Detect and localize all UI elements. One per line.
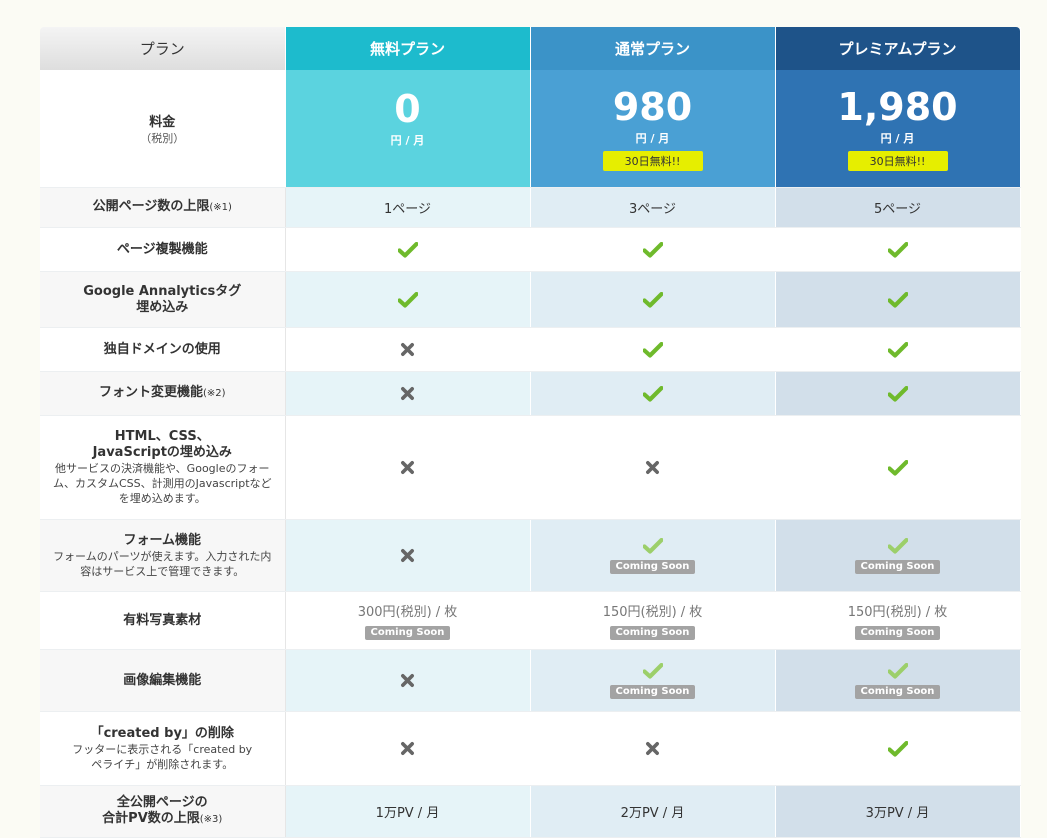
header-free-plan: 無料プラン [285, 27, 531, 70]
price-unit: 円 / 月 [880, 132, 915, 145]
feature-label-page-limit: 公開ページ数の上限(※1) [40, 187, 286, 228]
feature-label-image-edit: 画像編集機能 [40, 649, 286, 712]
photo-price-premium: 150円(税別) / 枚 [847, 605, 948, 620]
coming-soon-badge: Coming Soon [854, 559, 941, 574]
cross-icon [400, 673, 415, 688]
feature-label-line: JavaScriptの埋め込み [92, 445, 232, 460]
coming-soon-badge: Coming Soon [364, 626, 451, 640]
feature-label-line: 全公開ページの [116, 795, 208, 810]
check-icon [888, 663, 908, 679]
price-unit: 円 / 月 [390, 133, 425, 147]
check-icon [643, 663, 663, 679]
trial-badge: 30日無料!! [602, 151, 703, 171]
check-icon [398, 242, 418, 258]
price-premium-cell: 1,980 円 / 月 30日無料!! [775, 70, 1021, 188]
page-limit-standard: 3ページ [530, 187, 776, 228]
cross-icon [400, 386, 415, 401]
page-limit-free: 1ページ [285, 187, 531, 228]
feature-label-line: Google Annalyticsタグ [83, 283, 242, 299]
cross-icon [400, 741, 415, 756]
check-icon [888, 741, 908, 757]
feature-row-created-by: 「created by」の削除 フッターに表示される「created by ペラ… [40, 711, 1021, 786]
coming-soon-badge: Coming Soon [609, 626, 696, 640]
feature-row-page-limit: 公開ページ数の上限(※1) 1ページ 3ページ 5ページ [40, 187, 1021, 228]
coming-soon-badge: Coming Soon [609, 559, 696, 574]
check-icon [398, 292, 418, 308]
price-label: 料金 [149, 115, 176, 130]
footnote-mark: (※1) [209, 202, 232, 213]
price-standard: 980 [612, 85, 693, 129]
feature-label-text: フォーム機能 [123, 532, 202, 548]
header-plan-label: プラン [40, 27, 286, 70]
page-limit-premium: 5ページ [775, 187, 1021, 228]
feature-label-created-by: 「created by」の削除 フッターに表示される「created by ペラ… [40, 711, 286, 786]
feature-row-copy-page: ページ複製機能 [40, 227, 1021, 272]
feature-label-font-change: フォント変更機能(※2) [40, 371, 286, 416]
cross-icon [400, 460, 415, 475]
feature-label-text: 公開ページ数の上限 [92, 199, 210, 214]
price-unit: 円 / 月 [635, 132, 670, 145]
cross-icon [400, 342, 415, 357]
feature-row-embed-code: HTML、CSS、 JavaScriptの埋め込み 他サービスの決済機能や、Go… [40, 415, 1021, 520]
photo-price-standard: 150円(税別) / 枚 [602, 605, 703, 620]
feature-row-photo: 有料写真素材 300円(税別) / 枚 Coming Soon 150円(税別)… [40, 591, 1021, 650]
coming-soon-badge: Coming Soon [854, 626, 941, 640]
header-row: プラン 無料プラン 通常プラン プレミアムプラン [40, 27, 1021, 70]
photo-price-free: 300円(税別) / 枚 [357, 605, 458, 620]
check-icon [888, 538, 908, 554]
feature-label-text: フォント変更機能 [98, 385, 203, 400]
check-icon [643, 292, 663, 308]
header-standard-plan: 通常プラン [530, 27, 776, 70]
cross-icon [645, 460, 660, 475]
check-icon [888, 460, 908, 476]
check-icon [643, 242, 663, 258]
feature-label-photo: 有料写真素材 [40, 591, 286, 650]
coming-soon-badge: Coming Soon [609, 684, 696, 699]
check-icon [643, 538, 663, 554]
price-premium: 1,980 [837, 85, 958, 129]
price-free: 0 [394, 86, 421, 131]
plan-comparison-table: プラン 無料プラン 通常プラン プレミアムプラン 料金 （税別） 0 円 / 月… [40, 27, 1021, 838]
coming-soon-badge: Coming Soon [854, 684, 941, 699]
header-premium-plan: プレミアムプラン [775, 27, 1021, 70]
check-icon [888, 292, 908, 308]
price-label-cell: 料金 （税別） [40, 70, 286, 188]
feature-description: 他サービスの決済機能や、Googleのフォーム、カスタムCSS、計測用のJava… [52, 462, 272, 505]
feature-row-form: フォーム機能 フォームのパーツが使えます。入力された内容はサービス上で管理できま… [40, 519, 1021, 592]
cross-icon [645, 741, 660, 756]
check-icon [643, 342, 663, 358]
trial-badge: 30日無料!! [847, 151, 948, 171]
feature-label-embed-code: HTML、CSS、 JavaScriptの埋め込み 他サービスの決済機能や、Go… [40, 415, 286, 520]
feature-label-form: フォーム機能 フォームのパーツが使えます。入力された内容はサービス上で管理できま… [40, 519, 286, 592]
check-icon [888, 242, 908, 258]
feature-row-ga-tag: Google Annalyticsタグ 埋め込み [40, 271, 1021, 328]
feature-label-copy-page: ページ複製機能 [40, 227, 286, 272]
feature-row-own-domain: 独自ドメインの使用 [40, 327, 1021, 372]
footnote-mark: (※3) [199, 814, 223, 825]
price-standard-cell: 980 円 / 月 30日無料!! [530, 70, 776, 188]
feature-label-line: 埋め込み [136, 299, 189, 315]
price-sublabel: （税別） [140, 132, 185, 145]
check-icon [888, 342, 908, 358]
check-icon [643, 386, 663, 402]
check-icon [888, 386, 908, 402]
price-row: 料金 （税別） 0 円 / 月 980 円 / 月 30日無料!! 1,980 … [40, 70, 1021, 188]
feature-label-ga-tag: Google Annalyticsタグ 埋め込み [40, 271, 286, 328]
feature-row-image-edit: 画像編集機能 Coming Soon Coming Soon [40, 649, 1021, 712]
feature-label-line: 合計PV数の上限 [102, 811, 200, 826]
cross-icon [400, 548, 415, 563]
feature-row-font-change: フォント変更機能(※2) [40, 371, 1021, 416]
feature-description: フォームのパーツが使えます。入力された内容はサービス上で管理できます。 [53, 549, 272, 578]
feature-label-line: HTML、CSS、 [114, 429, 210, 444]
feature-label-own-domain: 独自ドメインの使用 [40, 327, 286, 372]
price-free-cell: 0 円 / 月 [285, 70, 531, 188]
footnote-mark: (※2) [202, 388, 226, 399]
feature-label-text: 「created by」の削除 [90, 725, 234, 741]
feature-description: フッターに表示される「created by ペライチ」が削除されます。 [72, 742, 253, 771]
